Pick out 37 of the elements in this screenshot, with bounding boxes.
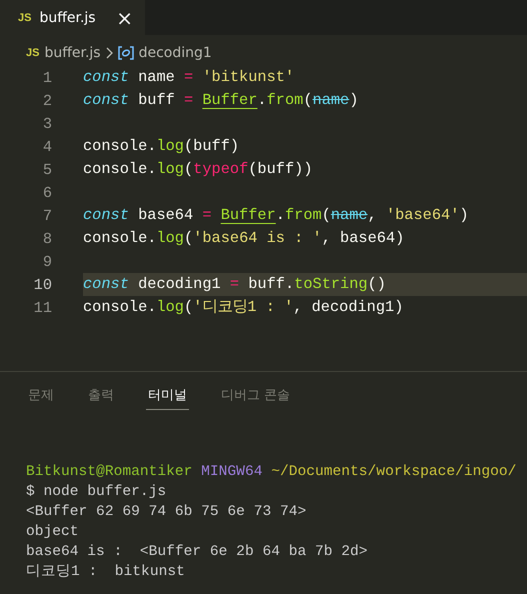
panel-tab[interactable]: 터미널 [146, 384, 189, 410]
editor-tab[interactable]: JS buffer.js × [0, 0, 145, 35]
line-number: 6 [42, 184, 52, 202]
chevron-icon [106, 47, 113, 59]
breadcrumb-symbol[interactable]: decoding1 [138, 45, 212, 61]
code-line: console.log(typeof(buff)) [83, 159, 314, 180]
line-number: 1 [42, 68, 52, 86]
code-line: const buff = Buffer.from(name) [83, 90, 360, 111]
variable-icon [118, 46, 134, 60]
line-number: 8 [42, 230, 52, 248]
breadcrumb-file[interactable]: buffer.js [44, 45, 101, 61]
panel-tab[interactable]: 디버그 콘솔 [219, 384, 292, 410]
panel-tab[interactable]: 문제 [26, 384, 56, 410]
terminal-line: Bitkunst@Romantiker MINGW64 ~/Documents/workspace/ingoo/ [26, 463, 518, 482]
line-number: 11 [32, 298, 52, 316]
line-number: 3 [42, 114, 52, 132]
code-line: const base64 = Buffer.from(name, 'base64') [83, 205, 470, 226]
code-line: console.log('디코딩1 : ', decoding1) [83, 297, 404, 318]
js-file-icon: JS [18, 12, 32, 24]
line-number: 2 [42, 92, 52, 110]
line-number: 5 [42, 160, 52, 178]
tab-title: buffer.js [39, 10, 97, 26]
panel-tab[interactable]: 출력 [86, 384, 116, 410]
terminal-line: object [26, 523, 80, 542]
terminal-line: $ node buffer.js [26, 483, 168, 502]
line-number: 4 [42, 138, 52, 156]
terminal-line: 디코딩1 : bitkunst [26, 563, 186, 582]
line-number: 9 [42, 252, 52, 270]
code-line: const name = 'bitkunst' [83, 67, 296, 88]
close-icon[interactable]: × [116, 8, 133, 28]
line-number: 10 [32, 276, 52, 294]
code-line: console.log(buff) [83, 136, 240, 157]
terminal-line: <Buffer 62 69 74 6b 75 6e 73 74> [26, 503, 308, 522]
code-line: console.log('base64 is : ', base64) [83, 228, 406, 249]
js-file-icon: JS [26, 47, 40, 59]
terminal-line: base64 is : <Buffer 6e 2b 64 ba 7b 2d> [26, 543, 369, 562]
line-number: 7 [42, 206, 52, 224]
